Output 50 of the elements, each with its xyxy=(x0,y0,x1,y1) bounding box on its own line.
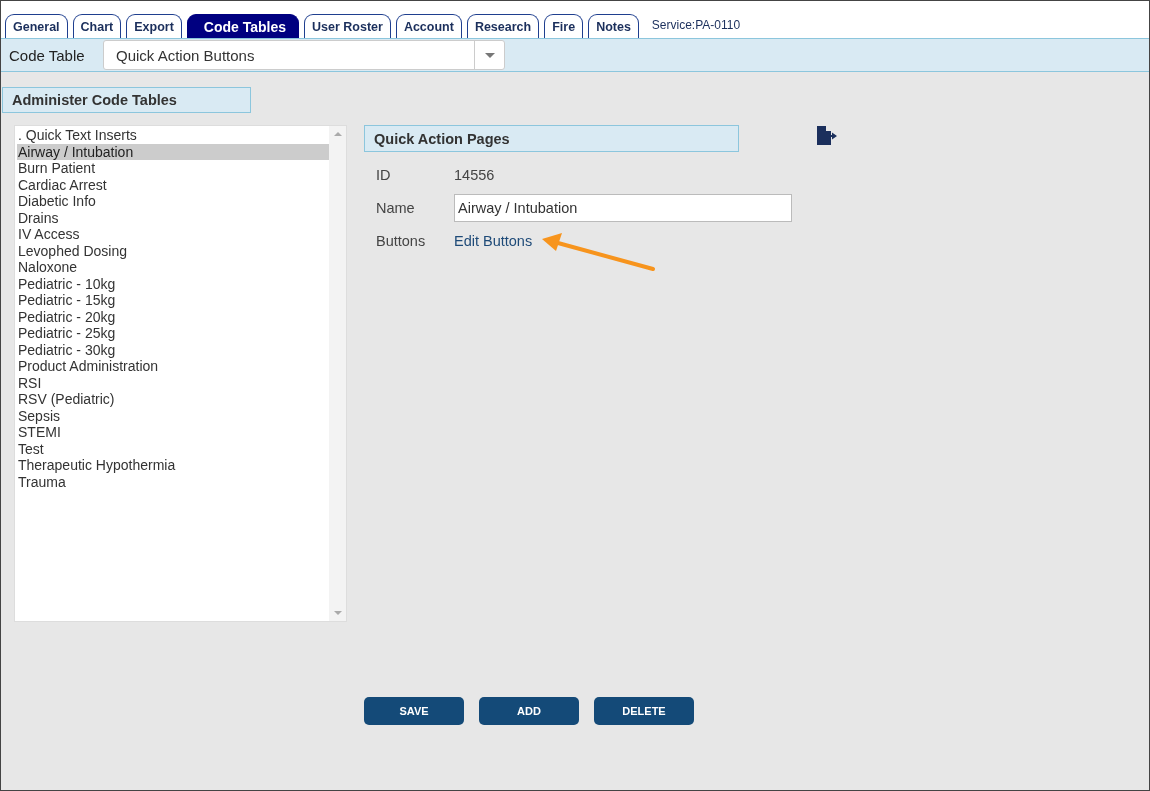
code-table-label: Code Table xyxy=(9,46,86,64)
code-table-dropdown[interactable]: Quick Action Buttons xyxy=(103,40,505,70)
list-item[interactable]: STEMI xyxy=(17,424,329,441)
name-field[interactable]: Airway / Intubation xyxy=(454,193,792,222)
action-button[interactable]: SAVE xyxy=(364,697,464,725)
field-label: Buttons xyxy=(376,232,427,249)
list-item[interactable]: Burn Patient xyxy=(17,160,329,177)
tab[interactable]: Code Tables xyxy=(186,14,299,38)
list-item[interactable]: . Quick Text Inserts xyxy=(17,127,329,144)
caret-icon xyxy=(484,52,495,58)
list-item[interactable]: Pediatric - 15kg xyxy=(17,292,329,309)
list-item[interactable]: Therapeutic Hypothermia xyxy=(17,457,329,474)
list-item[interactable]: Pediatric - 20kg xyxy=(17,308,329,325)
list-item[interactable]: Levophed Dosing xyxy=(17,242,329,259)
list-item[interactable]: Diabetic Info xyxy=(17,193,329,210)
list-item[interactable]: Pediatric - 25kg xyxy=(17,325,329,342)
list-item[interactable]: Test xyxy=(17,440,329,457)
list-item[interactable]: Drains xyxy=(17,209,329,226)
action-button[interactable]: ADD xyxy=(479,697,579,725)
tab[interactable]: Fire xyxy=(544,14,584,38)
scroll-down-icon[interactable] xyxy=(333,611,342,615)
service-label: Service:PA-0110 xyxy=(651,17,741,32)
field-label: ID xyxy=(376,166,392,183)
tab[interactable]: Notes xyxy=(588,14,639,38)
list-item[interactable]: IV Access xyxy=(17,226,329,243)
list-item[interactable]: Trauma xyxy=(17,473,329,490)
list-item[interactable]: RSV (Pediatric) xyxy=(17,391,329,408)
list-item[interactable]: Product Administration xyxy=(17,358,329,375)
scrollbar[interactable] xyxy=(329,126,346,621)
tab[interactable]: User Roster xyxy=(304,14,391,38)
action-button[interactable]: DELETE xyxy=(594,697,694,725)
list-item[interactable]: Pediatric - 10kg xyxy=(17,275,329,292)
list-item[interactable]: Cardiac Arrest xyxy=(17,176,329,193)
section-header: Quick Action Pages xyxy=(364,125,739,152)
export-file-icon[interactable] xyxy=(816,126,837,145)
list-item[interactable]: Sepsis xyxy=(17,407,329,424)
scroll-up-icon[interactable] xyxy=(333,132,342,136)
tab[interactable]: General xyxy=(5,14,68,38)
section-header: Administer Code Tables xyxy=(2,87,251,113)
tab[interactable]: Account xyxy=(395,14,462,38)
field-value: 14556 xyxy=(454,166,495,183)
list-item[interactable]: Airway / Intubation xyxy=(17,143,329,160)
list-item[interactable]: RSI xyxy=(17,374,329,391)
field-label: Name xyxy=(376,199,416,216)
edit-buttons-link[interactable]: Edit Buttons xyxy=(454,232,533,249)
tab[interactable]: Research xyxy=(466,14,540,38)
tab[interactable]: Chart xyxy=(72,14,122,38)
list-item[interactable]: Pediatric - 30kg xyxy=(17,341,329,358)
list-item[interactable]: Naloxone xyxy=(17,259,329,276)
tab[interactable]: Export xyxy=(126,14,182,38)
